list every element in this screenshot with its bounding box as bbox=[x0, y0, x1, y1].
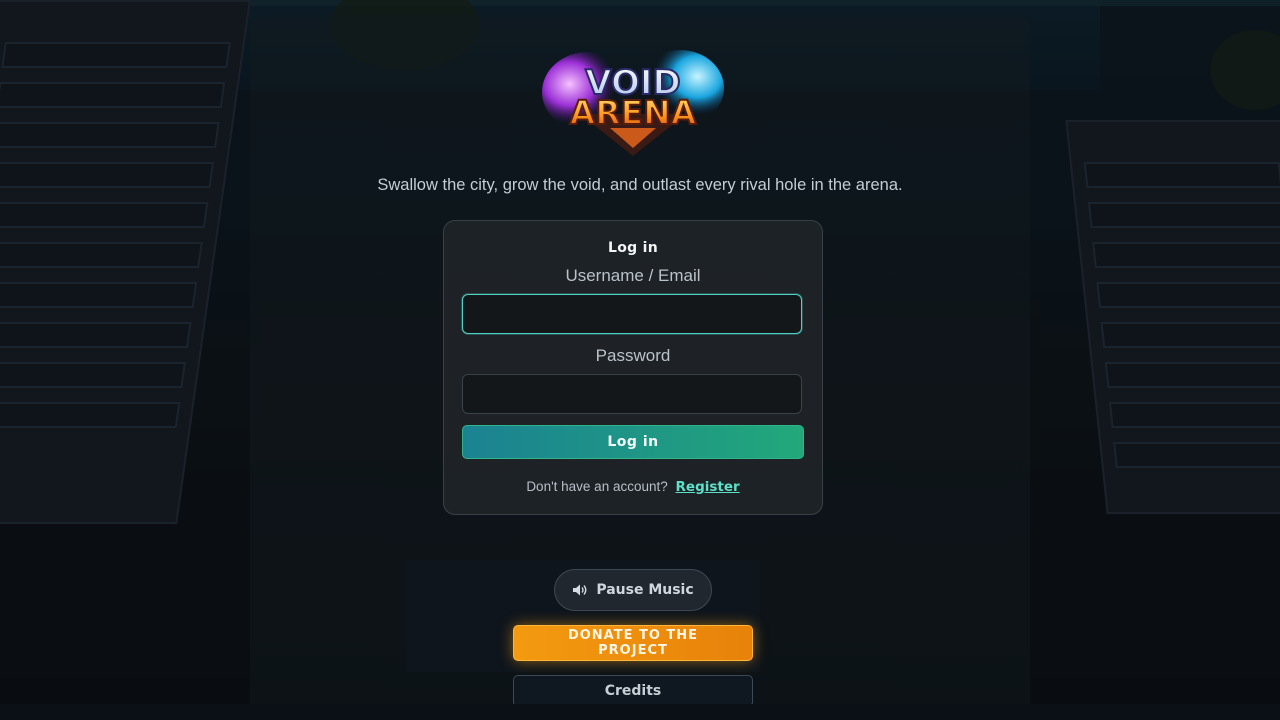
login-title: Log in bbox=[607, 240, 658, 256]
credits-button[interactable]: Credits bbox=[513, 675, 753, 707]
donate-button[interactable]: DONATE TO THE PROJECT bbox=[513, 625, 753, 661]
register-prompt: Don't have an account? bbox=[526, 479, 668, 494]
username-label: Username / Email bbox=[565, 266, 701, 285]
password-label: Password bbox=[595, 346, 671, 365]
bottom-edge bbox=[0, 704, 1280, 720]
pause-music-label: Pause Music bbox=[596, 582, 694, 598]
password-input[interactable] bbox=[462, 374, 802, 414]
username-input[interactable] bbox=[462, 294, 802, 334]
login-button[interactable]: Log in bbox=[462, 425, 804, 459]
speaker-icon bbox=[573, 584, 587, 596]
tagline: Swallow the city, grow the void, and out… bbox=[377, 176, 903, 194]
logo-arena-text: ARENA bbox=[570, 93, 697, 132]
pause-music-button[interactable]: Pause Music bbox=[554, 569, 712, 611]
login-card: Log in Username / Email Password Log in … bbox=[443, 220, 823, 515]
register-row: Don't have an account? Register bbox=[444, 479, 822, 495]
void-arena-logo: VOID ARENA bbox=[542, 50, 724, 156]
register-link[interactable]: Register bbox=[676, 479, 740, 495]
